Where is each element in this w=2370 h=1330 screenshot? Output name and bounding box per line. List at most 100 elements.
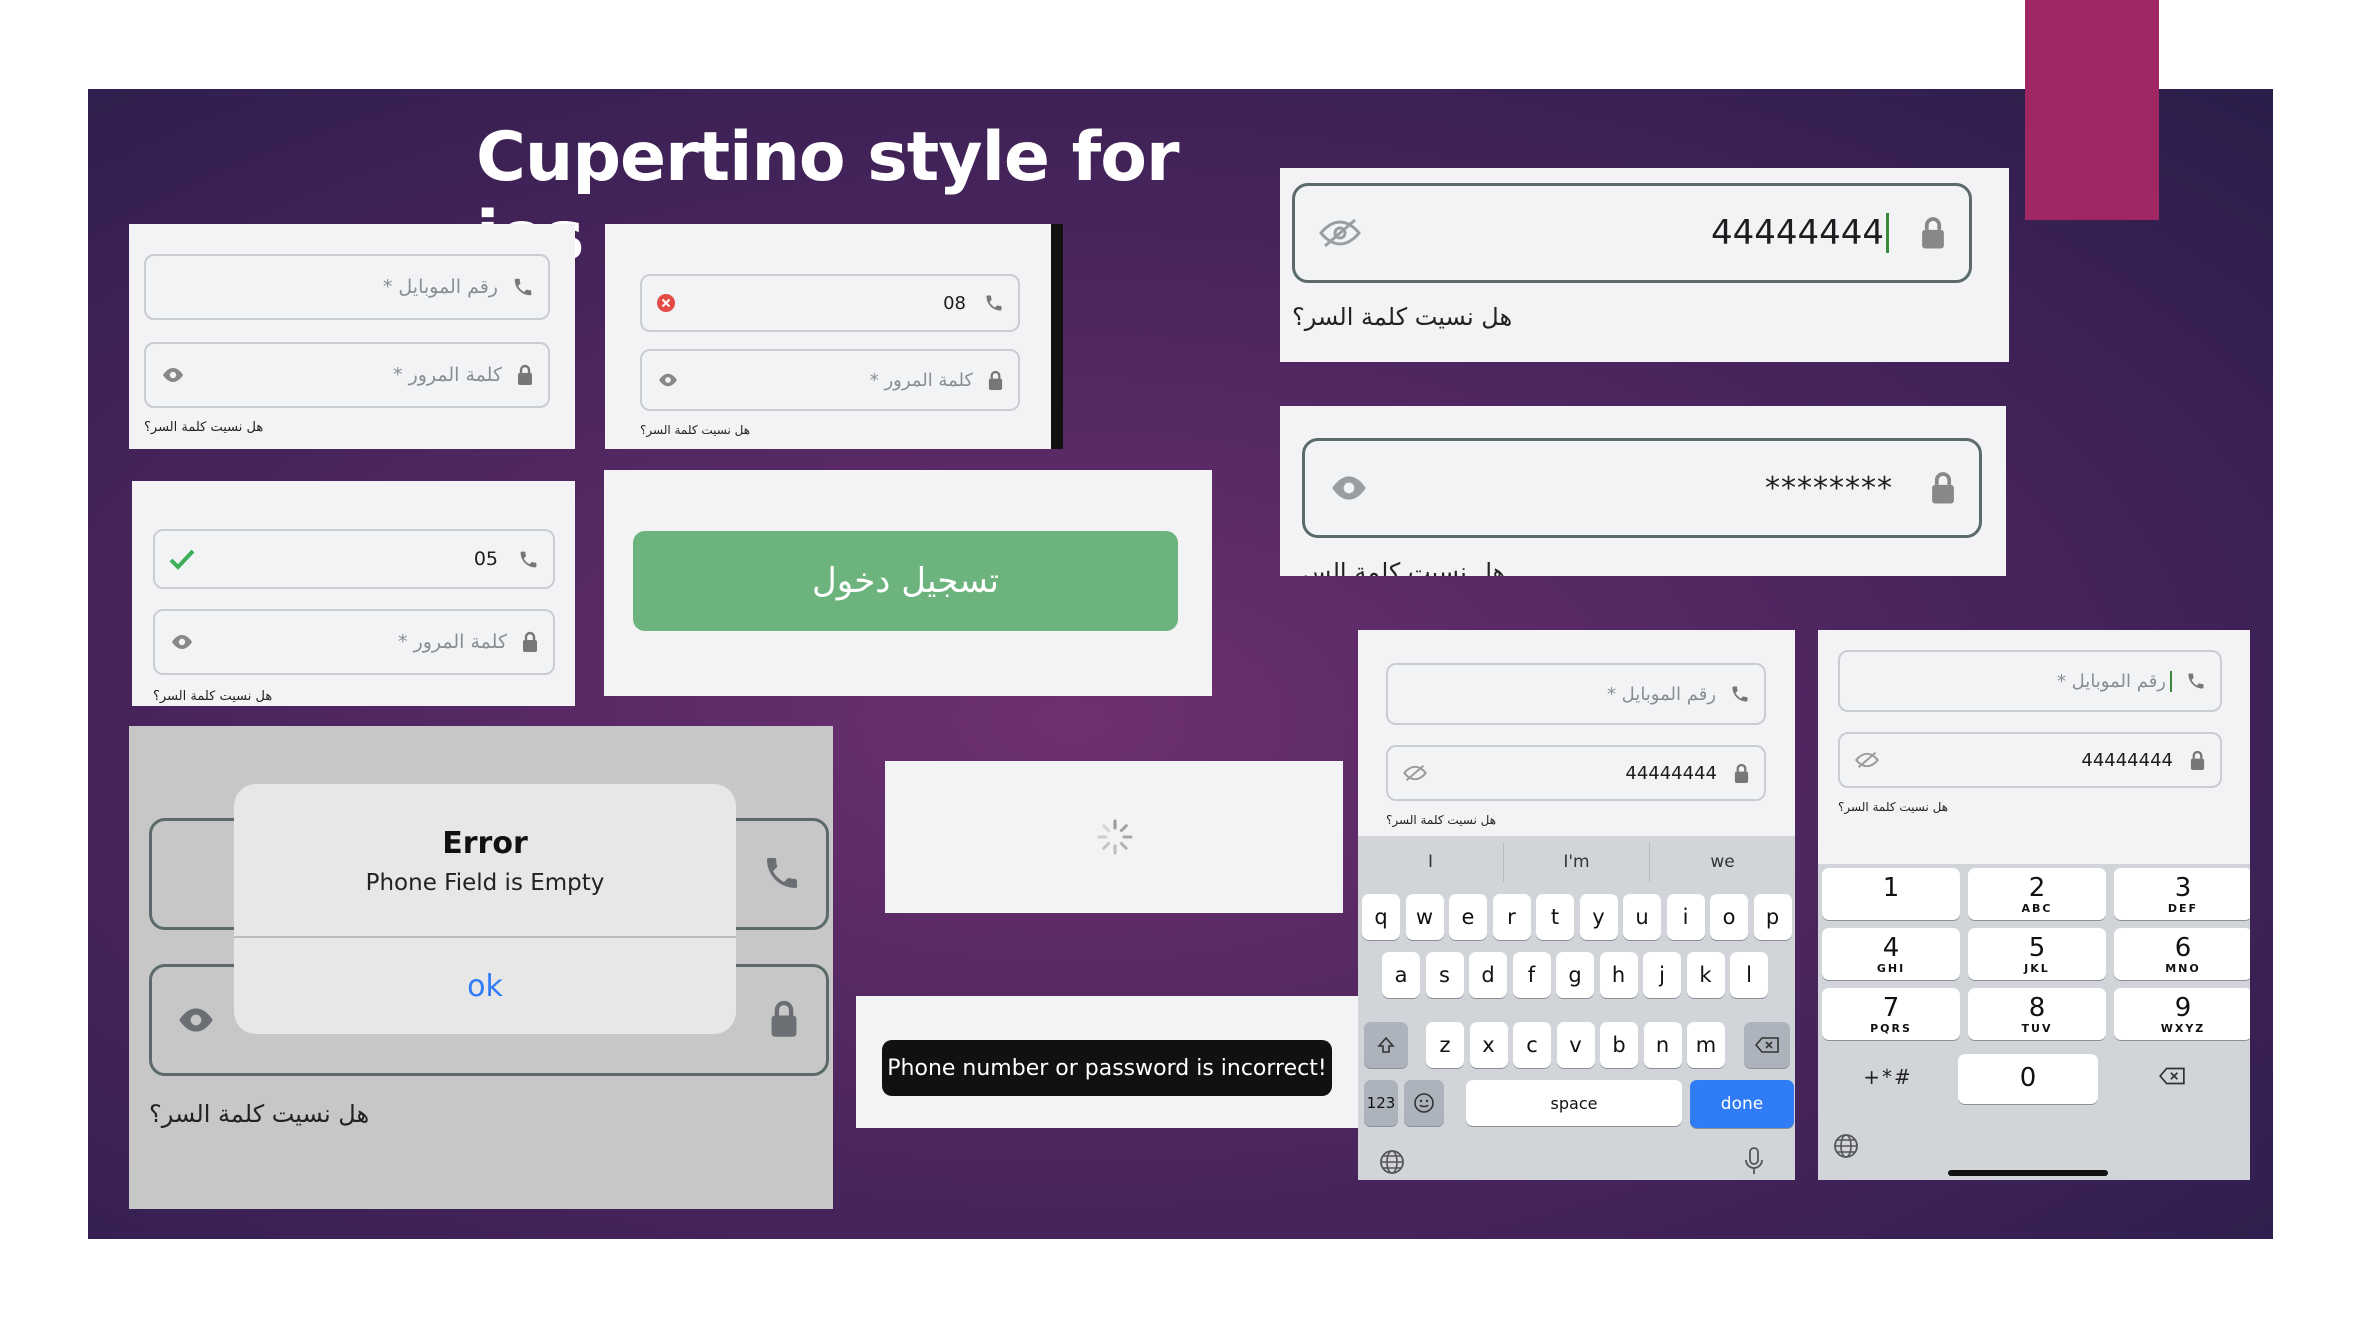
phone-placeholder: * رقم الموبايل (1606, 683, 1716, 705)
login-button[interactable]: تسجيل دخول (633, 531, 1178, 631)
key-g[interactable]: g (1556, 952, 1594, 998)
alert-title: Error (442, 826, 528, 861)
key-c[interactable]: c (1513, 1022, 1551, 1068)
phone-input[interactable]: * رقم الموبايل (144, 254, 550, 320)
numpad-key-4[interactable]: 4 GHI (1822, 928, 1960, 980)
digit-3: 3 (2174, 873, 2192, 903)
forgot-password-link[interactable]: هل نسيت كلمة السر؟ (1838, 800, 1948, 814)
eye-icon[interactable] (1327, 473, 1371, 503)
numpad-key-3[interactable]: 3 DEF (2114, 868, 2250, 920)
phone-icon (2186, 671, 2206, 691)
key-b[interactable]: b (1600, 1022, 1638, 1068)
eye-icon[interactable] (656, 372, 680, 388)
key-r[interactable]: r (1492, 894, 1531, 940)
numpad-key-6[interactable]: 6 MNO (2114, 928, 2250, 980)
phone-icon (762, 853, 802, 893)
numpad-key-9[interactable]: 9 WXYZ (2114, 988, 2250, 1040)
password-placeholder: * كلمة المرور (869, 369, 973, 391)
password-input[interactable]: ******** (1302, 438, 1982, 538)
shift-key[interactable] (1364, 1022, 1408, 1068)
forgot-password-link[interactable]: هل نسيت كلمة السر؟ (640, 423, 750, 437)
phone-placeholder: * رقم الموبايل (2057, 670, 2172, 692)
numpad-key-5[interactable]: 5 JKL (1968, 928, 2106, 980)
password-input[interactable]: 44444444 (1292, 183, 1972, 283)
forgot-password-link[interactable]: هل نسيت كلمة الس (1302, 558, 1505, 576)
numpad-key-0[interactable]: 0 (1958, 1054, 2098, 1104)
phone-icon (512, 276, 534, 298)
key-a[interactable]: a (1382, 952, 1420, 998)
eye-slash-icon[interactable] (1402, 764, 1428, 782)
backspace-key[interactable] (1744, 1022, 1790, 1068)
key-x[interactable]: x (1469, 1022, 1508, 1068)
suggestion-item[interactable]: I (1358, 842, 1504, 882)
forgot-password-link[interactable]: هل نسيت كلمة السر؟ (144, 420, 263, 435)
numbers-key[interactable]: 123 (1364, 1080, 1398, 1126)
emoji-key[interactable] (1404, 1080, 1444, 1126)
key-t[interactable]: t (1536, 894, 1574, 940)
phone-input[interactable]: 05 (153, 529, 555, 589)
password-value: 44444444 (2081, 749, 2173, 771)
key-e[interactable]: e (1449, 894, 1487, 940)
eye-slash-icon[interactable] (1854, 751, 1880, 769)
key-u[interactable]: u (1623, 894, 1661, 940)
key-h[interactable]: h (1599, 952, 1638, 998)
numpad-key-1[interactable]: 1 (1822, 868, 1960, 920)
key-p[interactable]: p (1753, 894, 1792, 940)
key-d[interactable]: d (1469, 952, 1507, 998)
backspace-icon[interactable] (2158, 1066, 2186, 1086)
numpad-key-8[interactable]: 8 TUV (1968, 988, 2106, 1040)
alert-dialog: Error Phone Field is Empty ok (234, 784, 736, 1034)
key-w[interactable]: w (1405, 894, 1444, 940)
digit-5: 5 (2028, 933, 2046, 963)
eye-icon[interactable] (174, 1005, 218, 1035)
letters-5: JKL (2024, 962, 2050, 975)
symbols-key[interactable]: +*# (1838, 1054, 1938, 1100)
check-icon (169, 548, 195, 570)
password-input[interactable]: * كلمة المرور (153, 609, 555, 675)
numpad-key-7[interactable]: 7 PQRS (1822, 988, 1960, 1040)
digit-4: 4 (1882, 933, 1900, 963)
suggestion-item[interactable]: we (1650, 842, 1795, 882)
done-key[interactable]: done (1690, 1080, 1794, 1128)
eye-icon[interactable] (169, 633, 195, 651)
ios-numpad: 1 2 ABC 3 DEF 4 GHI 5 JKL 6 MNO 7 PQRS 8 TUV 9 WXYZ +*# … (1818, 864, 2250, 1180)
key-o[interactable]: o (1710, 894, 1748, 940)
key-s[interactable]: s (1425, 952, 1464, 998)
key-v[interactable]: v (1556, 1022, 1595, 1068)
key-k[interactable]: k (1686, 952, 1725, 998)
eye-icon[interactable] (160, 366, 186, 384)
password-value: 44444444 (1711, 213, 1889, 253)
key-l[interactable]: l (1730, 952, 1768, 998)
key-q[interactable]: q (1362, 894, 1400, 940)
key-f[interactable]: f (1512, 952, 1551, 998)
forgot-password-link[interactable]: هل نسيت كلمة السر؟ (149, 1100, 369, 1128)
phone-input[interactable]: * رقم الموبايل (1838, 650, 2222, 712)
key-n[interactable]: n (1643, 1022, 1682, 1068)
microphone-icon[interactable] (1742, 1146, 1766, 1176)
key-z[interactable]: z (1426, 1022, 1464, 1068)
globe-icon[interactable] (1832, 1132, 1860, 1160)
eye-slash-icon[interactable] (1317, 217, 1363, 249)
password-input[interactable]: 44444444 (1838, 732, 2222, 788)
alert-ok-button[interactable]: ok (234, 938, 736, 1034)
globe-icon[interactable] (1378, 1148, 1406, 1176)
key-m[interactable]: m (1687, 1022, 1725, 1068)
accent-bar (2025, 0, 2159, 220)
key-j[interactable]: j (1643, 952, 1681, 998)
password-input[interactable]: 44444444 (1386, 745, 1766, 801)
key-y[interactable]: y (1579, 894, 1618, 940)
numpad-key-2[interactable]: 2 ABC (1968, 868, 2106, 920)
key-i[interactable]: i (1666, 894, 1705, 940)
forgot-password-link[interactable]: هل نسيت كلمة السر؟ (1386, 813, 1496, 827)
phone-placeholder: * رقم الموبايل (382, 276, 498, 298)
forgot-password-link[interactable]: هل نسيت كلمة السر؟ (153, 689, 272, 704)
password-input[interactable]: * كلمة المرور (144, 342, 550, 408)
phone-input[interactable]: 08 (640, 274, 1020, 332)
password-input[interactable]: * كلمة المرور (640, 349, 1020, 411)
error-icon (656, 293, 676, 313)
forgot-password-link[interactable]: هل نسيت كلمة السر؟ (1292, 303, 1512, 331)
space-key[interactable]: space (1466, 1080, 1682, 1126)
phone-input[interactable]: * رقم الموبايل (1386, 663, 1766, 725)
lock-icon (521, 631, 539, 653)
suggestion-item[interactable]: I'm (1504, 842, 1650, 882)
